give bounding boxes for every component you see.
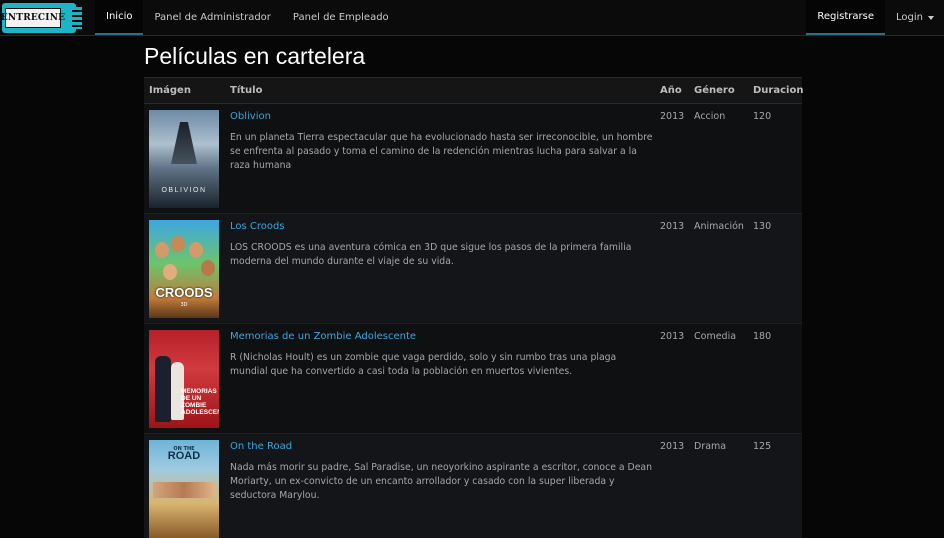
table-row: MEMORIAS DE UN ZOMBIE ADOLESCENTE Memori…: [144, 323, 802, 434]
nav-item-panel-administrador[interactable]: Panel de Administrador: [143, 0, 281, 35]
duration-cell: 125: [748, 433, 802, 538]
movie-description: En un planeta Tierra espectacular que ha…: [230, 132, 653, 171]
brand-logo[interactable]: ENTRECINE: [0, 0, 95, 35]
movie-description: R (Nicholas Hoult) es un zombie que vaga…: [230, 352, 617, 377]
poster-title: ROAD: [167, 450, 201, 462]
movie-title-link[interactable]: On the Road: [230, 441, 655, 452]
title-cell: Los Croods LOS CROODS es una aventura có…: [225, 213, 655, 324]
caret-down-icon: [928, 15, 934, 20]
character-face: [171, 236, 185, 252]
movie-title-link[interactable]: Oblivion: [230, 111, 655, 122]
title-cell: On the Road Nada más morir su padre, Sal…: [225, 433, 655, 538]
duration-cell: 130: [748, 213, 802, 324]
movie-poster[interactable]: ON THE ROAD: [149, 440, 219, 538]
poster-subtitle: 3D: [180, 302, 188, 308]
movies-table: Imágen Título Año Género Duracion OBLIVI…: [144, 77, 803, 538]
genre-cell: Comedia: [689, 323, 748, 434]
title-cell: Oblivion En un planeta Tierra espectacul…: [225, 103, 655, 214]
login-label: Login: [896, 12, 923, 23]
header-year: Año: [655, 77, 689, 104]
duration-cell: 120: [748, 103, 802, 214]
header-duration: Duracion: [748, 77, 803, 104]
movie-description: LOS CROODS es una aventura cómica en 3D …: [230, 242, 632, 267]
genre-cell: Accion: [689, 103, 748, 214]
character-face: [189, 242, 203, 258]
header-genre: Género: [689, 77, 748, 104]
nav-item-panel-empleado[interactable]: Panel de Empleado: [282, 0, 400, 35]
movie-title-link[interactable]: Memorias de un Zombie Adolescente: [230, 331, 655, 342]
title-cell: Memorias de un Zombie Adolescente R (Nic…: [225, 323, 655, 434]
ticket-logo-icon: ENTRECINE: [1, 2, 82, 33]
table-row: OBLIVION Oblivion En un planeta Tierra e…: [144, 103, 802, 214]
character-face: [201, 260, 215, 276]
header-title: Título: [225, 77, 655, 104]
login-dropdown[interactable]: Login: [885, 0, 944, 35]
movie-poster[interactable]: MEMORIAS DE UN ZOMBIE ADOLESCENTE: [149, 330, 219, 428]
poster-cell: OBLIVION: [144, 103, 225, 214]
movie-poster[interactable]: CROODS 3D: [149, 220, 219, 318]
page-title: Películas en cartelera: [144, 43, 366, 69]
table-header: Imágen Título Año Género Duracion: [144, 77, 803, 104]
poster-title: CROODS: [155, 285, 213, 300]
register-link[interactable]: Registrarse: [806, 0, 886, 35]
nav-item-inicio[interactable]: Inicio: [95, 0, 144, 35]
poster-title: OBLIVION: [161, 187, 207, 194]
genre-cell: Animación: [689, 213, 748, 324]
brand-name: ENTRECINE: [1, 7, 65, 28]
table-row: CROODS 3D Los Croods LOS CROODS es una a…: [144, 213, 802, 324]
tower-shape: [171, 122, 197, 164]
character-face: [163, 264, 177, 280]
poster-cell: ON THE ROAD: [144, 433, 225, 538]
year-cell: 2013: [655, 323, 689, 434]
top-navbar: ENTRECINE Inicio Panel de Administrador …: [0, 0, 944, 36]
table-row: ON THE ROAD On the Road Nada más morir s…: [144, 433, 802, 538]
character-figure: [155, 356, 171, 422]
duration-cell: 180: [748, 323, 802, 434]
movie-description: Nada más morir su padre, Sal Paradise, u…: [230, 462, 653, 501]
year-cell: 2013: [655, 213, 689, 324]
movie-poster[interactable]: OBLIVION: [149, 110, 219, 208]
poster-cell: MEMORIAS DE UN ZOMBIE ADOLESCENTE: [144, 323, 225, 434]
year-cell: 2013: [655, 433, 689, 538]
movie-title-link[interactable]: Los Croods: [230, 221, 655, 232]
genre-cell: Drama: [689, 433, 748, 538]
poster-title: MEMORIAS DE UN ZOMBIE ADOLESCENTE: [181, 388, 219, 416]
header-image: Imágen: [144, 77, 225, 104]
character-face: [155, 242, 169, 258]
year-cell: 2013: [655, 103, 689, 214]
character-faces: [153, 482, 215, 498]
main-content: Películas en cartelera Imágen Título Año…: [144, 36, 803, 538]
poster-cell: CROODS 3D: [144, 213, 225, 324]
